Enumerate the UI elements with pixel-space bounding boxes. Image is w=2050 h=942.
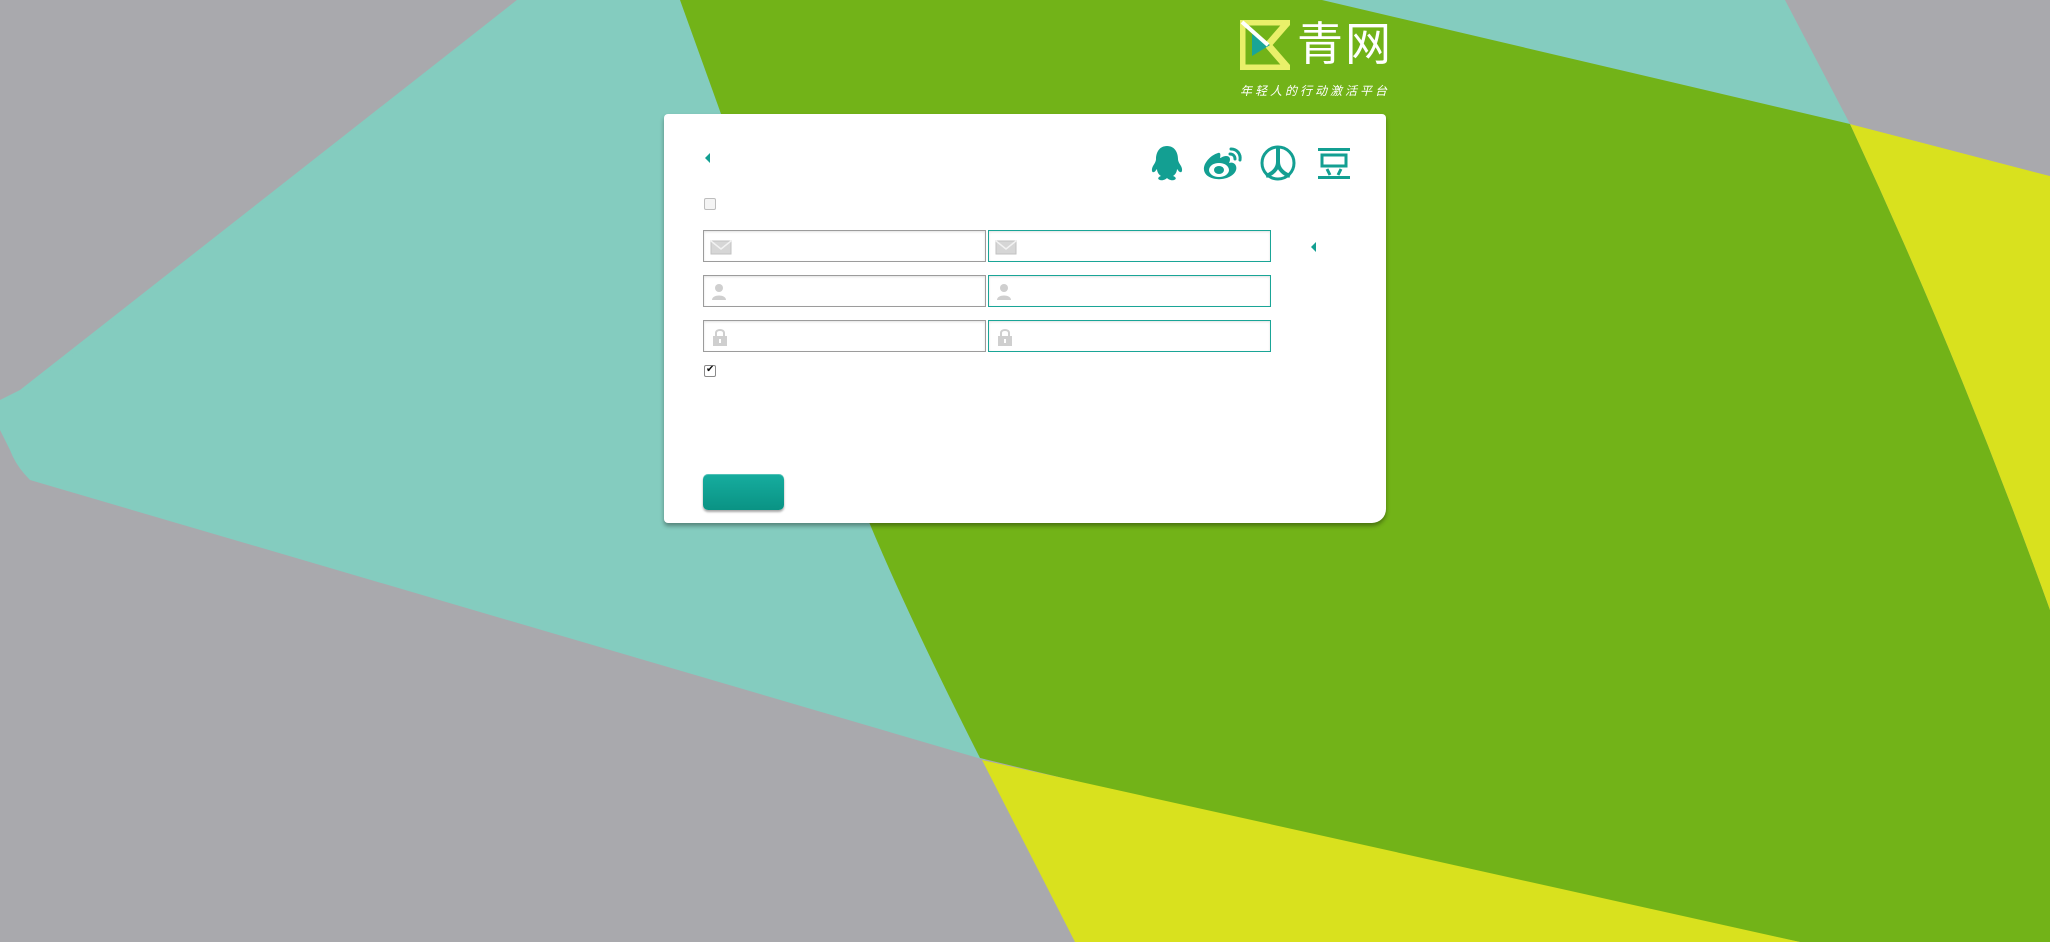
email-input-left[interactable] [738,233,982,261]
username-field-left[interactable] [703,275,986,307]
username-field-right[interactable] [988,275,1271,307]
social-renren-button[interactable] [1258,140,1298,186]
password-input-right[interactable] [1023,323,1267,351]
weibo-icon [1203,147,1242,180]
email-input-right[interactable] [1023,233,1267,261]
lock-icon [998,329,1012,346]
social-douban-button[interactable] [1314,140,1354,186]
email-field-left[interactable] [703,230,986,262]
brand-tagline: 年轻人的行动激活平台 [1240,84,1391,98]
douban-icon [1318,148,1350,179]
password-field-left[interactable] [703,320,986,352]
back-arrow-icon[interactable] [705,153,710,163]
password-input-left[interactable] [738,323,982,351]
agree-checkbox[interactable]: ✔ [704,364,716,377]
submit-button[interactable] [703,474,784,510]
username-input-left[interactable] [738,278,982,306]
brand-mark-icon [1240,20,1290,70]
login-panel: ✔ [664,114,1386,523]
brand-name: 青网 [1297,17,1393,71]
checkmark-icon: ✔ [706,364,715,375]
user-icon [712,284,726,300]
envelope-icon [710,240,732,255]
renren-icon [1260,145,1296,181]
username-input-right[interactable] [1023,278,1267,306]
envelope-icon [995,240,1017,255]
password-field-right[interactable] [988,320,1271,352]
user-icon [997,284,1011,300]
social-qq-button[interactable] [1148,140,1186,186]
qq-icon [1151,146,1183,181]
collapse-arrow-icon[interactable] [1311,242,1316,252]
lock-icon [713,329,727,346]
social-weibo-button[interactable] [1200,140,1246,186]
option-checkbox[interactable] [704,198,716,210]
email-field-right[interactable] [988,230,1271,262]
